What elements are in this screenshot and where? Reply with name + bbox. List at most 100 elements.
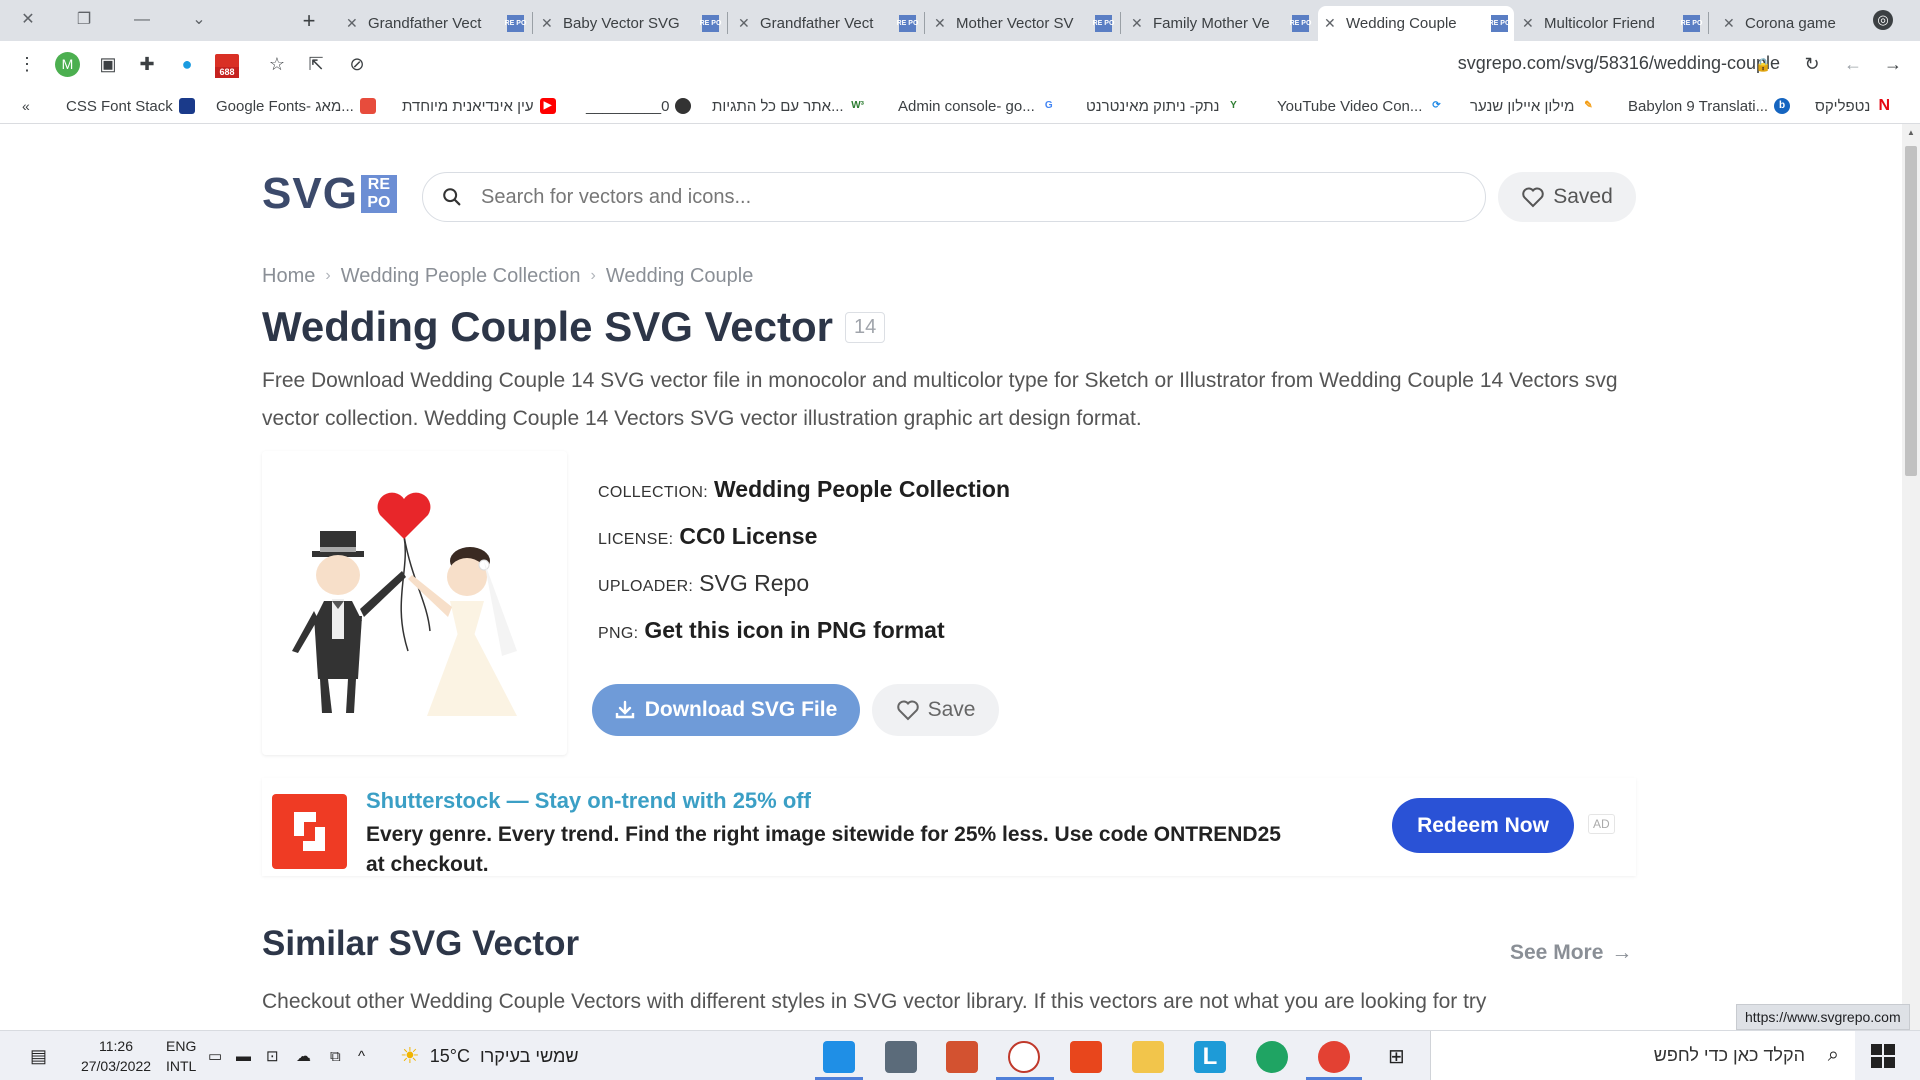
bookmark-netflix[interactable]: נטפליקס N [1815, 96, 1898, 116]
search-input[interactable] [481, 182, 1461, 212]
menu-dots-icon[interactable]: ⋮ [14, 51, 40, 77]
tab-close-icon[interactable]: ✕ [738, 15, 754, 32]
language-indicator[interactable]: ENG INTL [166, 1031, 196, 1080]
new-tab-button[interactable]: + [296, 8, 322, 34]
tab-search-chevron-icon[interactable]: ⌄ [185, 6, 213, 34]
browser-tab[interactable]: ✕ Family Mother Ve RE PO [1125, 6, 1315, 41]
profile-avatar[interactable]: M [55, 52, 80, 77]
redeem-now-button[interactable]: Redeem Now [1392, 798, 1574, 853]
tab-separator [727, 12, 728, 34]
see-more-link[interactable]: See More → [1510, 941, 1632, 965]
tab-close-icon[interactable]: ✕ [1131, 15, 1147, 32]
bookmark-ayalon-dictionary[interactable]: מילון איילון שנער ✎ [1470, 96, 1602, 116]
tab-close-icon[interactable]: ✕ [934, 15, 950, 32]
tab-close-icon[interactable]: ✕ [541, 15, 557, 32]
side-panel-icon[interactable]: ▣ [95, 51, 121, 77]
vector-preview-card[interactable] [262, 451, 567, 755]
bookmark-youtube-indian-eye[interactable]: עין אינדיאנית מיוחדת ▶ [402, 96, 562, 116]
chrome-icon[interactable] [1318, 1041, 1350, 1073]
minimize-window-icon[interactable]: — [128, 6, 156, 34]
weather-extension-icon[interactable]: ● [174, 51, 200, 77]
breadcrumb-collection[interactable]: Wedding People Collection [341, 265, 581, 288]
bookmark-label: Google Fonts- מאג... [216, 97, 354, 115]
download-button-label: Download SVG File [644, 698, 838, 721]
tab-close-icon[interactable]: ✕ [346, 15, 362, 32]
back-arrow-icon[interactable]: → [1880, 51, 1906, 77]
babylon-favicon-icon: b [1774, 98, 1791, 114]
bookmarks-overflow-button[interactable]: « [22, 96, 30, 116]
paint-icon[interactable] [1008, 1041, 1040, 1073]
battery-icon[interactable]: ▬ [236, 1031, 251, 1080]
network-icon[interactable]: ⊡ [266, 1031, 279, 1080]
svgrepo-logo[interactable]: SVG RE PO [262, 172, 397, 216]
onedrive-icon[interactable]: ☁ [296, 1031, 311, 1080]
saved-button[interactable]: Saved [1498, 172, 1636, 222]
task-view-icon[interactable]: ⊞ [1388, 1031, 1405, 1080]
clock[interactable]: 11:26 27/03/2022 [76, 1031, 156, 1080]
lingoes-icon[interactable]: L [1194, 1041, 1226, 1073]
vector-metadata: COLLECTION: Wedding People Collection LI… [598, 476, 1298, 664]
ad-headline[interactable]: Shutterstock — Stay on-trend with 25% of… [366, 788, 811, 814]
calculator-icon[interactable] [885, 1041, 917, 1073]
restore-window-icon[interactable]: ❐ [70, 6, 98, 34]
weather-widget[interactable]: ☀ 15°C שמשי בעיקרו [400, 1031, 579, 1080]
svgrepo-favicon-icon: RE PO [1489, 15, 1510, 32]
breadcrumb-home[interactable]: Home [262, 265, 315, 288]
browser-tab[interactable]: ✕ Corona game [1713, 6, 1873, 41]
office-icon[interactable] [1070, 1041, 1102, 1073]
meta-collection-link[interactable]: Wedding People Collection [714, 476, 1010, 503]
browser-tab[interactable]: ✕ Grandfather Vect RE PO [340, 6, 530, 41]
browser-tab[interactable]: ✕ Mother Vector SV RE PO [928, 6, 1118, 41]
close-window-icon[interactable]: ✕ [14, 6, 42, 34]
bookmark-youtube-video-converter[interactable]: YouTube Video Con... ⟳ [1277, 96, 1450, 116]
address-bar[interactable]: svgrepo.com/svg/58316/wedding-couple [1400, 53, 1780, 77]
browser-tab[interactable]: ✕ Multicolor Friend RE PO [1516, 6, 1706, 41]
file-explorer-icon[interactable] [1132, 1041, 1164, 1073]
device-icon[interactable]: ⧉ [330, 1031, 341, 1080]
forward-arrow-icon[interactable]: ← [1840, 51, 1866, 77]
tab-title: Baby Vector SVG [563, 15, 680, 32]
vscode-icon[interactable] [823, 1041, 855, 1073]
reload-icon[interactable]: ↻ [1799, 51, 1825, 77]
scroll-up-arrow-icon[interactable]: ▲ [1905, 128, 1917, 140]
tab-separator [924, 12, 925, 34]
bookmark-disconnect-internet[interactable]: נתק- ניתוק מאינטרנט Y [1086, 96, 1248, 116]
edge-icon[interactable] [1256, 1041, 1288, 1073]
gmail-extension-icon[interactable]: 688 [215, 54, 239, 80]
tab-title: Wedding Couple [1346, 15, 1457, 32]
tab-close-icon[interactable]: ✕ [1324, 15, 1340, 32]
bookmark-underscore-zero[interactable]: _________0 [586, 96, 697, 116]
globe-icon[interactable]: ◎ [1873, 10, 1893, 30]
taskbar-search[interactable]: הקלד כאן כדי לחפש ⌕ [1430, 1031, 1855, 1080]
meta-license-link[interactable]: CC0 License [679, 523, 817, 550]
bookmark-google-fonts[interactable]: Google Fonts- מאג... [216, 96, 382, 116]
download-svg-button[interactable]: Download SVG File [592, 684, 860, 736]
bookmark-admin-console[interactable]: Admin console- go... G [898, 96, 1063, 116]
bookmark-star-icon[interactable]: ☆ [264, 51, 290, 77]
browser-tab[interactable]: ✕ Baby Vector SVG RE PO [535, 6, 725, 41]
share-icon[interactable]: ⇱ [303, 51, 329, 77]
eye-off-icon[interactable]: ⊘ [344, 51, 370, 77]
lock-icon[interactable]: 🔒 [1755, 57, 1771, 73]
browser-tab[interactable]: ✕ Wedding Couple RE PO [1318, 6, 1514, 41]
notifications-icon[interactable]: ▤ [30, 1031, 47, 1080]
bookmark-css-font-stack[interactable]: CSS Font Stack [66, 96, 201, 116]
meta-uploader-value[interactable]: SVG Repo [699, 570, 809, 597]
bookmark-babylon-translation[interactable]: Babylon 9 Translati... b [1628, 96, 1796, 116]
extensions-puzzle-icon[interactable]: ✚ [134, 51, 160, 77]
tab-close-icon[interactable]: ✕ [1723, 15, 1739, 32]
browser-tab[interactable]: ✕ Grandfather Vect RE PO [732, 6, 922, 41]
meta-license: LICENSE: CC0 License [598, 523, 1298, 570]
display-icon[interactable]: ▭ [208, 1031, 222, 1080]
save-button[interactable]: Save [872, 684, 999, 736]
scrollbar-thumb[interactable] [1905, 146, 1917, 476]
chevron-up-icon[interactable]: ^ [358, 1031, 365, 1080]
tab-close-icon[interactable]: ✕ [1522, 15, 1538, 32]
bookmark-all-tags-site[interactable]: אתר עם כל התגיות... W³ [712, 96, 872, 116]
meta-png-link[interactable]: Get this icon in PNG format [644, 617, 944, 644]
powerpoint-icon[interactable] [946, 1041, 978, 1073]
svgrepo-favicon-icon: RE PO [1681, 15, 1702, 32]
windows-start-icon[interactable] [1871, 1044, 1895, 1068]
shutterstock-ad[interactable]: Shutterstock — Stay on-trend with 25% of… [262, 778, 1636, 876]
tab-title: Corona game [1745, 15, 1836, 32]
